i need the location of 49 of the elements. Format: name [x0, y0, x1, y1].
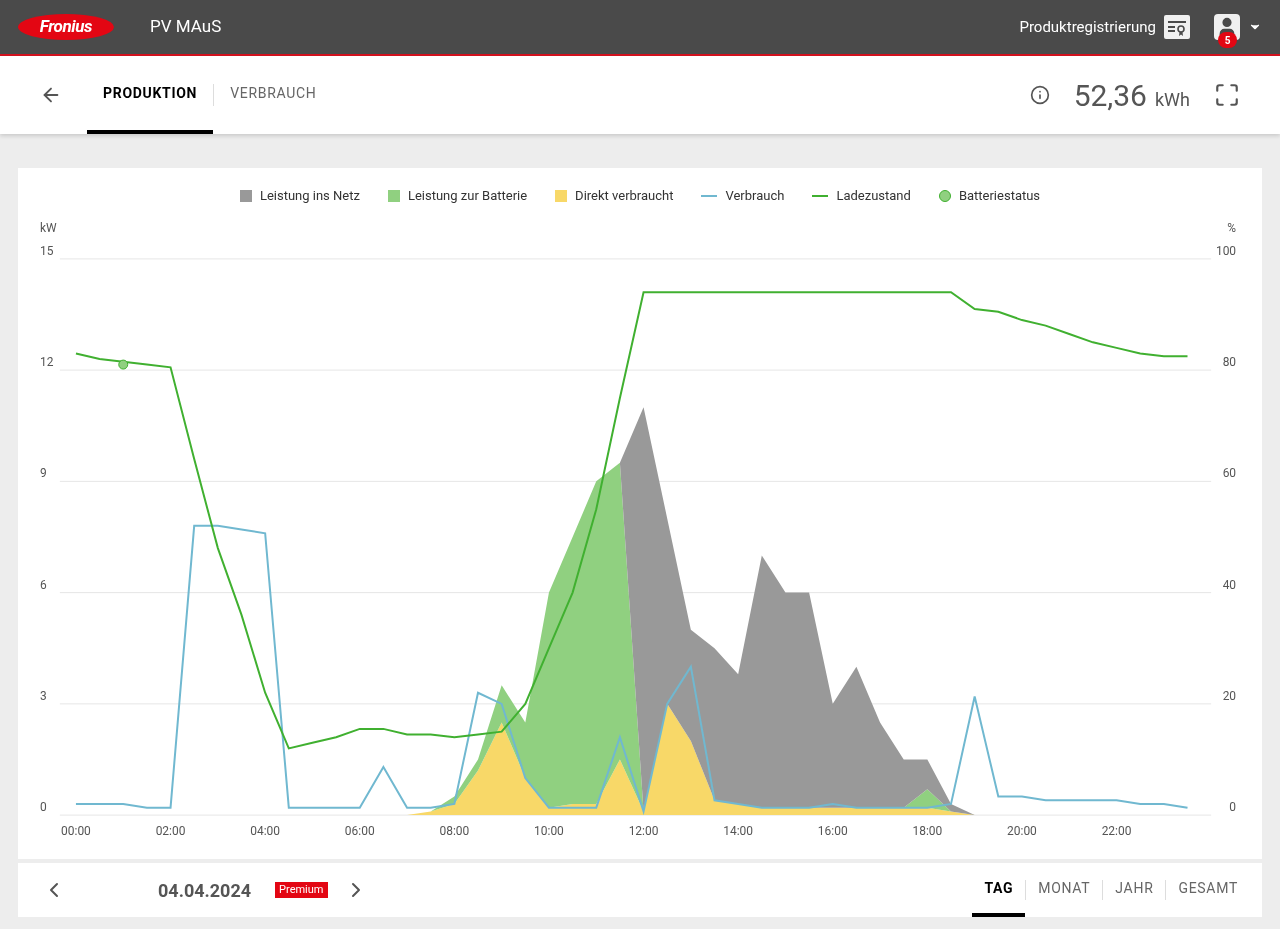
logo[interactable]: Fronius — [18, 14, 114, 40]
axis-tick-label: 80 — [1222, 354, 1237, 369]
info-icon[interactable] — [1029, 85, 1050, 105]
legend-label: Verbrauch — [725, 187, 785, 205]
total-value: 52,36 — [1073, 76, 1147, 115]
axis-tick-label: 0 — [1229, 799, 1237, 814]
notification-badge: 5 — [1218, 32, 1237, 48]
axis-tick-label: 04:00 — [250, 823, 281, 838]
legend-label: Leistung zur Batterie — [407, 187, 528, 205]
axis-tick-label: 12:00 — [628, 823, 659, 838]
legend-label: Leistung ins Netz — [259, 187, 360, 205]
axis-tick-label: 15 — [39, 243, 54, 258]
axis-tick-label: 06:00 — [344, 823, 375, 838]
axis-tick-label: 22:00 — [1101, 823, 1132, 838]
axis-tick-label: 00:00 — [61, 823, 91, 838]
axis-tick-label: 20:00 — [1007, 823, 1037, 838]
total-unit: kWh — [1155, 87, 1190, 112]
view-tab[interactable]: PRODUKTION — [87, 56, 214, 134]
period-tab[interactable]: GESAMT — [1166, 863, 1250, 917]
legend-label: Direkt verbraucht — [575, 187, 674, 205]
premium-badge: Premium — [275, 882, 328, 898]
axis-tick-label: 12 — [39, 354, 54, 369]
period-tab[interactable]: JAHR — [1103, 863, 1166, 917]
axis-unit: kW — [39, 220, 57, 235]
legend-label: Batteriestatus — [958, 187, 1041, 205]
axis-tick-label: 08:00 — [439, 823, 470, 838]
period-tab[interactable]: TAG — [972, 863, 1026, 917]
axis-tick-label: 3 — [39, 688, 47, 703]
fullscreen-icon[interactable] — [1214, 82, 1240, 108]
axis-tick-label: 18:00 — [912, 823, 943, 838]
axis-tick-label: 100 — [1215, 243, 1237, 258]
axis-tick-label: 9 — [39, 465, 47, 480]
axis-tick-label: 20 — [1222, 688, 1237, 703]
certificate-icon — [1164, 15, 1190, 39]
axis-tick-label: 02:00 — [155, 823, 186, 838]
registration-link[interactable]: Produktregistrierung — [1019, 15, 1190, 39]
axis-tick-label: 10:00 — [534, 823, 564, 838]
axis-tick-label: 16:00 — [817, 823, 848, 838]
axis-tick-label: 40 — [1222, 577, 1237, 592]
legend-label: Ladezustand — [836, 187, 911, 205]
period-tab[interactable]: MONAT — [1026, 863, 1103, 917]
axis-tick-label: 6 — [39, 577, 47, 592]
axis-tick-label: 60 — [1222, 465, 1237, 480]
app-title: PV MAuS — [150, 15, 222, 39]
axis-tick-label: 14:00 — [723, 823, 754, 838]
axis-tick-label: 0 — [39, 799, 47, 814]
axis-unit: % — [1227, 220, 1237, 235]
view-tab[interactable]: VERBRAUCH — [214, 56, 333, 134]
date-label: 04.04.2024 — [158, 878, 252, 903]
